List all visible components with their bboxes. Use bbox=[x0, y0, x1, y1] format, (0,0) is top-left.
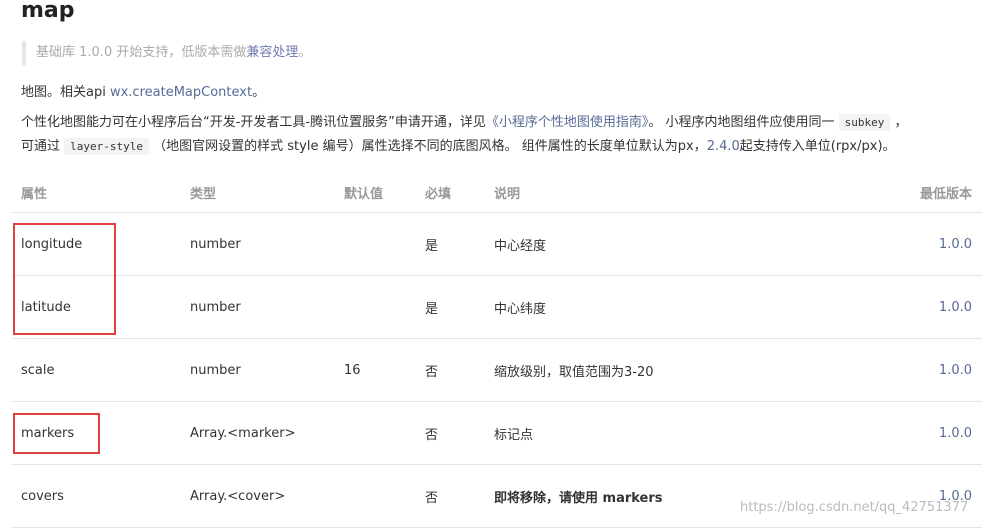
desc-paragraph-2: 可通过 layer-style （地图官网设置的样式 style 编号）属性选择… bbox=[21, 135, 896, 155]
cell-type: Array.<marker> bbox=[180, 401, 334, 465]
version-link-cell[interactable]: 1.0.0 bbox=[939, 300, 972, 315]
table-row: covers Array.<cover> 否 即将移除，请使用 markers … bbox=[11, 464, 982, 528]
cell-attr: covers bbox=[11, 464, 180, 528]
cell-type: number bbox=[180, 212, 334, 276]
intro-paragraph: 地图。相关api wx.createMapContext。 bbox=[21, 81, 265, 100]
cell-required: 否 bbox=[415, 464, 484, 528]
header-attr: 属性 bbox=[11, 172, 180, 213]
version-link-cell[interactable]: 1.0.0 bbox=[939, 363, 972, 378]
highlight-box-longitude-latitude bbox=[13, 223, 116, 335]
cell-desc: 中心纬度 bbox=[484, 275, 814, 339]
version-link[interactable]: 2.4.0 bbox=[707, 139, 740, 154]
cell-desc: 中心经度 bbox=[484, 212, 814, 276]
cell-type: Array.<cover> bbox=[180, 464, 334, 528]
cell-desc: 标记点 bbox=[484, 401, 814, 465]
table-row: markers Array.<marker> 否 标记点 1.0.0 bbox=[11, 401, 982, 465]
version-link-cell[interactable]: 1.0.0 bbox=[939, 237, 972, 252]
table-row: longitude number 是 中心经度 1.0.0 bbox=[11, 212, 982, 276]
cell-desc: 缩放级别，取值范围为3-20 bbox=[484, 338, 814, 402]
desc1-text-b: 。 小程序内地图组件应使用同一 bbox=[648, 115, 835, 130]
cell-required: 是 bbox=[415, 275, 484, 339]
cell-default bbox=[334, 212, 415, 276]
cell-required: 否 bbox=[415, 338, 484, 402]
table-row: latitude number 是 中心纬度 1.0.0 bbox=[11, 275, 982, 339]
watermark: https://blog.csdn.net/qq_42751377 bbox=[740, 500, 969, 515]
highlight-box-markers bbox=[13, 413, 100, 454]
desc2-text-a: 可通过 bbox=[21, 139, 61, 154]
table-row: scale number 16 否 缩放级别，取值范围为3-20 1.0.0 bbox=[11, 338, 982, 402]
cell-version: 1.0.0 bbox=[814, 401, 982, 465]
support-note-suffix: 。 bbox=[298, 45, 312, 60]
intro-text: 地图。相关api bbox=[21, 85, 110, 100]
header-default: 默认值 bbox=[334, 172, 415, 213]
table-header-row: 属性 类型 默认值 必填 说明 最低版本 bbox=[11, 172, 982, 213]
subkey-code: subkey bbox=[838, 114, 891, 131]
cell-default bbox=[334, 464, 415, 528]
cell-version: 1.0.0 bbox=[814, 338, 982, 402]
cell-type: number bbox=[180, 338, 334, 402]
header-version: 最低版本 bbox=[814, 172, 982, 213]
desc1-text-c: ， bbox=[894, 115, 908, 130]
layer-style-code: layer-style bbox=[64, 138, 150, 155]
desc1-text-a: 个性化地图能力可在小程序后台“开发-开发者工具-腾讯位置服务”申请开通，详见 bbox=[21, 115, 486, 130]
cell-default: 16 bbox=[334, 338, 415, 402]
header-type: 类型 bbox=[180, 172, 334, 213]
compat-link[interactable]: 兼容处理 bbox=[246, 45, 298, 60]
cell-attr: scale bbox=[11, 338, 180, 402]
support-note: 基础库 1.0.0 开始支持，低版本需做兼容处理。 bbox=[22, 41, 982, 65]
cell-required: 否 bbox=[415, 401, 484, 465]
cell-version: 1.0.0 bbox=[814, 464, 982, 528]
properties-table: 属性 类型 默认值 必填 说明 最低版本 longitude number 是 … bbox=[11, 172, 982, 528]
api-link[interactable]: wx.createMapContext bbox=[110, 85, 252, 100]
cell-type: number bbox=[180, 275, 334, 339]
intro-suffix: 。 bbox=[252, 85, 266, 100]
header-desc: 说明 bbox=[484, 172, 814, 213]
cell-default bbox=[334, 401, 415, 465]
desc-paragraph-1: 个性化地图能力可在小程序后台“开发-开发者工具-腾讯位置服务”申请开通，详见《小… bbox=[21, 111, 908, 131]
cell-desc: 即将移除，请使用 markers bbox=[484, 464, 814, 528]
cell-required: 是 bbox=[415, 212, 484, 276]
cell-version: 1.0.0 bbox=[814, 275, 982, 339]
version-link-cell[interactable]: 1.0.0 bbox=[939, 426, 972, 441]
desc2-text-b: （地图官网设置的样式 style 编号）属性选择不同的底图风格。 组件属性的长度… bbox=[153, 139, 707, 154]
desc2-text-c: 起支持传入单位(rpx/px)。 bbox=[739, 139, 896, 154]
guide-link[interactable]: 《小程序个性地图使用指南》 bbox=[486, 115, 649, 130]
cell-default bbox=[334, 275, 415, 339]
page-title: map bbox=[21, 0, 75, 23]
support-note-text: 基础库 1.0.0 开始支持，低版本需做 bbox=[36, 45, 247, 60]
header-required: 必填 bbox=[415, 172, 484, 213]
cell-version: 1.0.0 bbox=[814, 212, 982, 276]
